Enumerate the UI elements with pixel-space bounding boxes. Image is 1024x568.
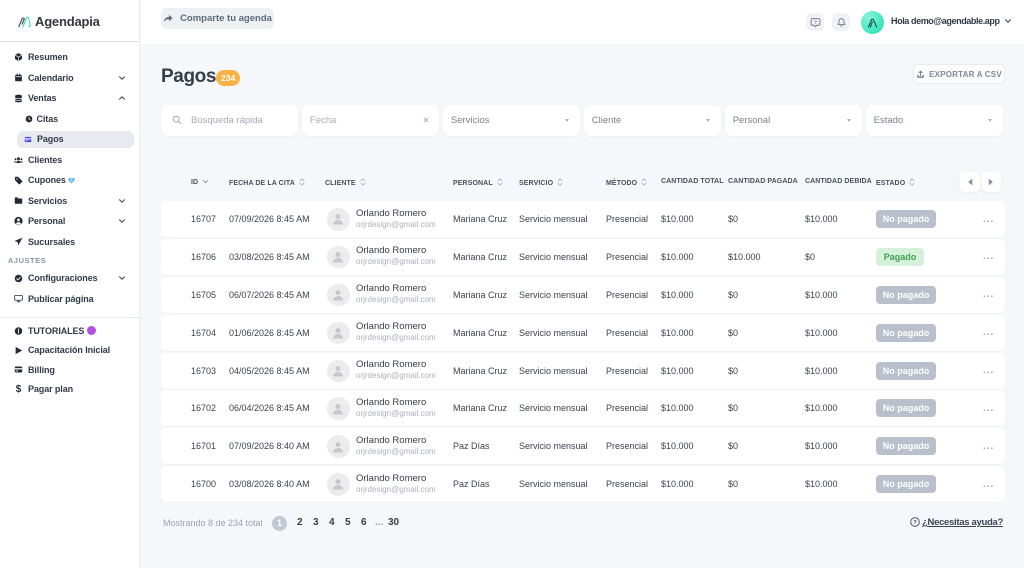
svg-text:?: ?	[814, 19, 817, 25]
svg-text:?: ?	[913, 520, 917, 526]
